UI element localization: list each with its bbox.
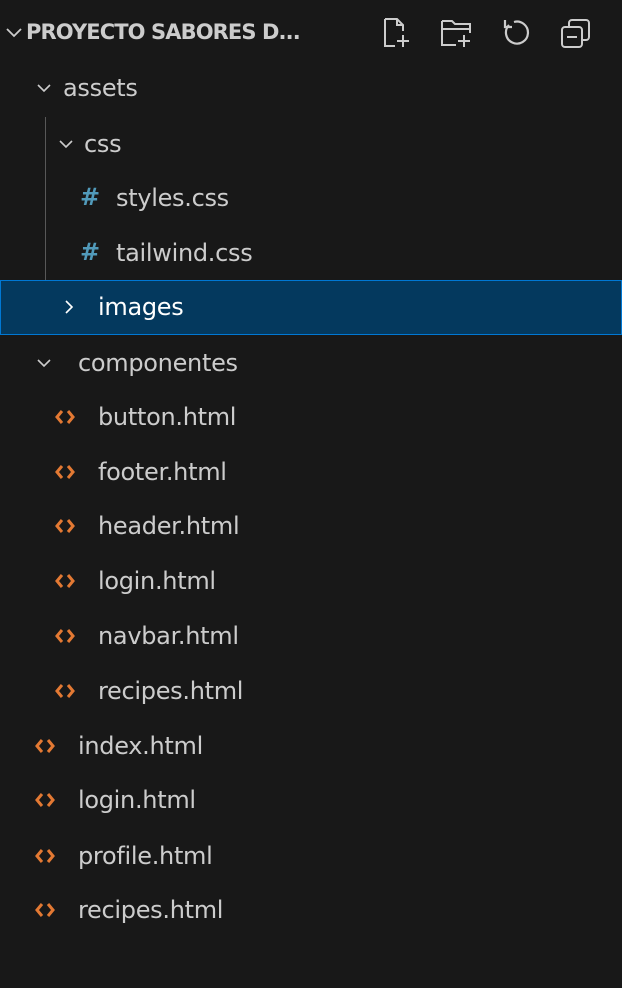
tree-folder-componentes[interactable]: componentes xyxy=(0,336,622,391)
file-explorer: PROYECTO SABORES D... assets css # style… xyxy=(0,0,622,988)
chevron-down-icon[interactable] xyxy=(36,80,52,96)
html-file-icon xyxy=(34,791,56,809)
file-label: header.html xyxy=(98,512,240,540)
css-file-icon: # xyxy=(80,183,101,211)
file-label: index.html xyxy=(78,732,203,760)
file-label: navbar.html xyxy=(98,622,239,650)
tree-file-login-html[interactable]: login.html xyxy=(0,554,622,609)
chevron-right-icon[interactable] xyxy=(61,299,77,315)
file-label: login.html xyxy=(78,786,196,814)
tree-folder-images[interactable]: images xyxy=(0,280,622,335)
project-title[interactable]: PROYECTO SABORES D... xyxy=(26,16,301,48)
tree-file-profile-html[interactable]: profile.html xyxy=(0,829,622,884)
tree-file-root-recipes-html[interactable]: recipes.html xyxy=(0,883,622,938)
chevron-down-icon[interactable] xyxy=(4,23,24,43)
tree-file-tailwind-css[interactable]: # tailwind.css xyxy=(0,226,622,281)
tree-folder-css[interactable]: css xyxy=(0,117,622,172)
html-file-icon xyxy=(54,627,76,645)
tree-file-styles-css[interactable]: # styles.css xyxy=(0,171,622,226)
css-file-icon: # xyxy=(80,238,101,266)
html-file-icon xyxy=(34,737,56,755)
html-file-icon xyxy=(54,463,76,481)
tree-file-button-html[interactable]: button.html xyxy=(0,390,622,445)
file-label: tailwind.css xyxy=(116,239,253,267)
file-label: profile.html xyxy=(78,842,213,870)
chevron-down-icon[interactable] xyxy=(58,136,74,152)
tree-file-index-html[interactable]: index.html xyxy=(0,719,622,774)
collapse-all-icon[interactable] xyxy=(559,16,593,50)
html-file-icon xyxy=(54,572,76,590)
new-folder-icon[interactable] xyxy=(440,16,474,50)
file-label: footer.html xyxy=(98,458,227,486)
folder-label: images xyxy=(98,293,184,321)
html-file-icon xyxy=(34,901,56,919)
folder-label: assets xyxy=(63,74,138,102)
tree-folder-assets[interactable]: assets xyxy=(0,61,622,116)
html-file-icon xyxy=(54,408,76,426)
tree-file-root-login-html[interactable]: login.html xyxy=(0,773,622,828)
file-label: styles.css xyxy=(116,184,229,212)
tree-file-footer-html[interactable]: footer.html xyxy=(0,445,622,500)
html-file-icon xyxy=(34,847,56,865)
html-file-icon xyxy=(54,682,76,700)
new-file-icon[interactable] xyxy=(379,16,413,50)
html-file-icon xyxy=(54,517,76,535)
file-label: recipes.html xyxy=(78,896,224,924)
explorer-header[interactable]: PROYECTO SABORES D... xyxy=(0,0,622,64)
refresh-icon[interactable] xyxy=(500,16,534,50)
chevron-down-icon[interactable] xyxy=(36,355,52,371)
tree-file-navbar-html[interactable]: navbar.html xyxy=(0,609,622,664)
folder-label: css xyxy=(84,130,122,158)
tree-file-recipes-html[interactable]: recipes.html xyxy=(0,664,622,719)
folder-label: componentes xyxy=(78,349,238,377)
file-label: login.html xyxy=(98,567,216,595)
tree-file-header-html[interactable]: header.html xyxy=(0,499,622,554)
file-label: button.html xyxy=(98,403,237,431)
file-label: recipes.html xyxy=(98,677,244,705)
